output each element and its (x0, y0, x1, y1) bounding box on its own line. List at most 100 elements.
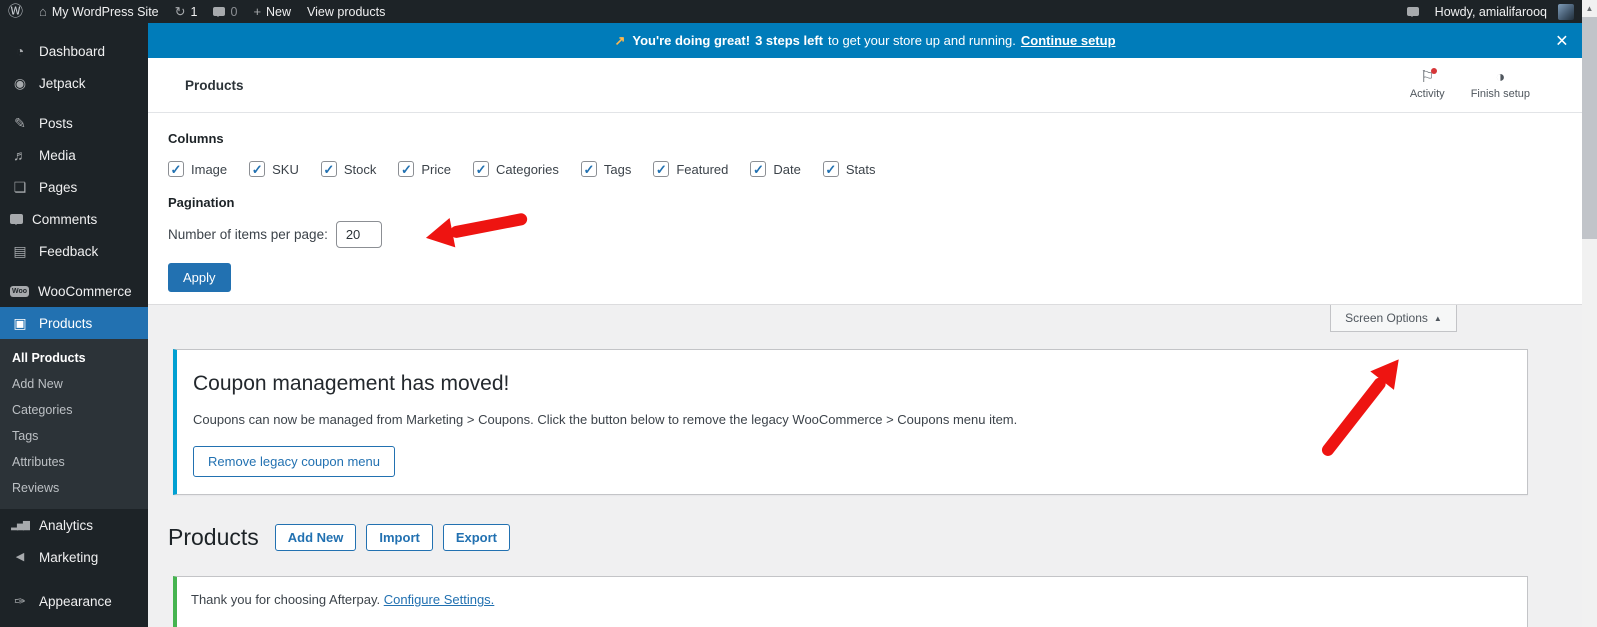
checkbox-checked-icon[interactable]: ✓ (750, 161, 767, 177)
activity-button[interactable]: ⚐ Activity (1409, 68, 1445, 100)
submenu-item[interactable]: Categories (0, 397, 148, 423)
sidebar-item[interactable]: ◔ Dashboard (0, 35, 148, 67)
scrollbar-up-arrow[interactable]: ▲ (1582, 0, 1597, 16)
new-content-menu[interactable]: + New (245, 0, 299, 23)
woocommerce-icon: Woo (10, 285, 30, 297)
submenu-item[interactable]: Add New (0, 371, 148, 397)
submenu-item[interactable]: Tags (0, 423, 148, 449)
sidebar-item-label: Analytics (39, 517, 94, 533)
finish-setup-button[interactable]: ◑ Finish setup (1470, 69, 1530, 101)
finish-setup-label: Finish setup (1470, 88, 1530, 100)
column-checkbox[interactable]: ✓ Categories (473, 161, 559, 177)
view-products-link[interactable]: View products (299, 0, 393, 23)
sidebar-item[interactable]: ▣ Products (0, 307, 148, 339)
column-checkbox-label: Categories (496, 161, 559, 177)
checkbox-checked-icon[interactable]: ✓ (398, 161, 415, 177)
account-menu[interactable]: Howdy, amialifarooq (1427, 3, 1582, 20)
appearance-icon: ✑ (14, 593, 26, 609)
page-title-row: Products Add New Import Export (168, 524, 511, 551)
breadcrumb[interactable]: Products (185, 78, 244, 93)
submenu-item[interactable]: Attributes (0, 449, 148, 475)
sidebar-item[interactable]: ✑ Appearance (0, 585, 148, 617)
checkbox-checked-icon[interactable]: ✓ (653, 161, 670, 177)
column-checkbox[interactable]: ✓ Date (750, 161, 801, 177)
products-icon: ▣ (13, 315, 27, 331)
sidebar-item-label: Pages (39, 179, 78, 195)
column-checkbox[interactable]: ✓ Featured (653, 161, 728, 177)
comments-icon (10, 214, 23, 225)
column-checkbox[interactable]: ✓ Stock (320, 161, 376, 177)
submenu-item-label: All Products (12, 351, 86, 365)
export-button[interactable]: Export (442, 524, 511, 551)
comments-count: 0 (230, 4, 238, 19)
remove-legacy-coupon-button[interactable]: Remove legacy coupon menu (193, 446, 395, 477)
column-checkbox[interactable]: ✓ SKU (249, 161, 299, 177)
finish-setup-icon: ◑ (1495, 69, 1506, 86)
sidebar-menu-bottom: ▂▅▇ Analytics ◀ Marketing ✑ Appearance (0, 509, 148, 617)
submenu-item[interactable]: All Products (0, 345, 148, 371)
columns-checkbox-row: ✓ Image ✓ SKU ✓ Stock ✓ Price ✓ Categori… (168, 161, 1582, 177)
apply-button[interactable]: Apply (168, 263, 231, 292)
sidebar-item[interactable]: ♬ Media (0, 139, 148, 171)
import-button[interactable]: Import (366, 524, 433, 551)
close-icon[interactable]: × (1556, 30, 1568, 51)
activity-label: Activity (1409, 88, 1445, 100)
wordpress-logo-icon: Ⓦ (8, 3, 24, 20)
updates-link[interactable]: ↻ 1 (167, 0, 206, 23)
column-checkbox-label: Date (773, 161, 801, 177)
submenu-item-label: Categories (12, 403, 73, 417)
screen-options-tab[interactable]: Screen Options ▲ (1330, 305, 1457, 332)
continue-setup-link[interactable]: Continue setup (1021, 33, 1116, 48)
sidebar-item[interactable]: ❏ Pages (0, 171, 148, 203)
sidebar-item[interactable]: ▂▅▇ Analytics (0, 509, 148, 541)
checkbox-checked-icon[interactable]: ✓ (168, 161, 184, 177)
sidebar-item-label: Media (39, 147, 76, 163)
column-checkbox[interactable]: ✓ Image (168, 161, 227, 177)
banner-lead: You're doing great! (632, 33, 751, 48)
wordpress-menu[interactable]: Ⓦ (0, 0, 31, 23)
sidebar-item[interactable]: Comments (0, 203, 148, 235)
page-title: Products (168, 524, 259, 550)
columns-legend: Columns (168, 131, 224, 146)
sidebar-item[interactable]: ◉ Jetpack (0, 67, 148, 99)
sidebar-item[interactable]: ▤ Feedback (0, 235, 148, 267)
speech-bubble-icon (1406, 7, 1419, 17)
column-checkbox[interactable]: ✓ Stats (822, 161, 876, 177)
sidebar-item[interactable]: ◀ Marketing (0, 541, 148, 573)
afterpay-notice: Thank you for choosing Afterpay. Configu… (173, 576, 1528, 627)
new-label: New (266, 4, 292, 19)
column-checkbox[interactable]: ✓ Tags (580, 161, 631, 177)
dashboard-icon: ◔ (15, 43, 25, 59)
checkbox-checked-icon[interactable]: ✓ (822, 161, 839, 177)
comments-link[interactable]: 0 (205, 0, 245, 23)
checkbox-checked-icon[interactable]: ✓ (320, 161, 337, 177)
site-name-link[interactable]: ⌂ My WordPress Site (31, 0, 167, 23)
products-submenu: All Products Add New Categories Tags Att… (0, 339, 148, 509)
sidebar-item[interactable]: Woo WooCommerce (0, 275, 148, 307)
sidebar-item-label: Dashboard (39, 43, 106, 59)
analytics-icon: ▂▅▇ (11, 519, 30, 530)
scrollbar-thumb[interactable] (1582, 17, 1597, 239)
sidebar-menu-top: ◔ Dashboard ◉ Jetpack ✎ Posts ♬ Media ❏ … (0, 23, 148, 339)
avatar[interactable] (1558, 3, 1574, 20)
coupon-moved-notice: Coupon management has moved! Coupons can… (173, 349, 1528, 495)
column-checkbox-label: Stats (845, 161, 876, 177)
plus-icon: + (253, 4, 262, 19)
submenu-item-label: Tags (12, 429, 39, 443)
items-per-page-input[interactable] (335, 221, 382, 248)
screen-options-tab-label: Screen Options (1345, 311, 1428, 325)
column-checkbox-label: SKU (272, 161, 299, 177)
comments-bubble-icon (213, 7, 226, 17)
checkbox-checked-icon[interactable]: ✓ (249, 161, 266, 177)
sidebar-item[interactable]: ✎ Posts (0, 107, 148, 139)
submenu-item[interactable]: Reviews (0, 475, 148, 501)
sidebar-item-label: Comments (32, 211, 98, 227)
posts-icon: ✎ (14, 115, 26, 131)
configure-settings-link[interactable]: Configure Settings. (384, 592, 495, 607)
checkbox-checked-icon[interactable]: ✓ (580, 161, 597, 177)
checkbox-checked-icon[interactable]: ✓ (473, 161, 490, 177)
column-checkbox[interactable]: ✓ Price (398, 161, 451, 177)
pages-icon: ❏ (13, 179, 27, 195)
notifications-bubble[interactable] (1399, 7, 1427, 17)
add-new-button[interactable]: Add New (274, 524, 357, 551)
